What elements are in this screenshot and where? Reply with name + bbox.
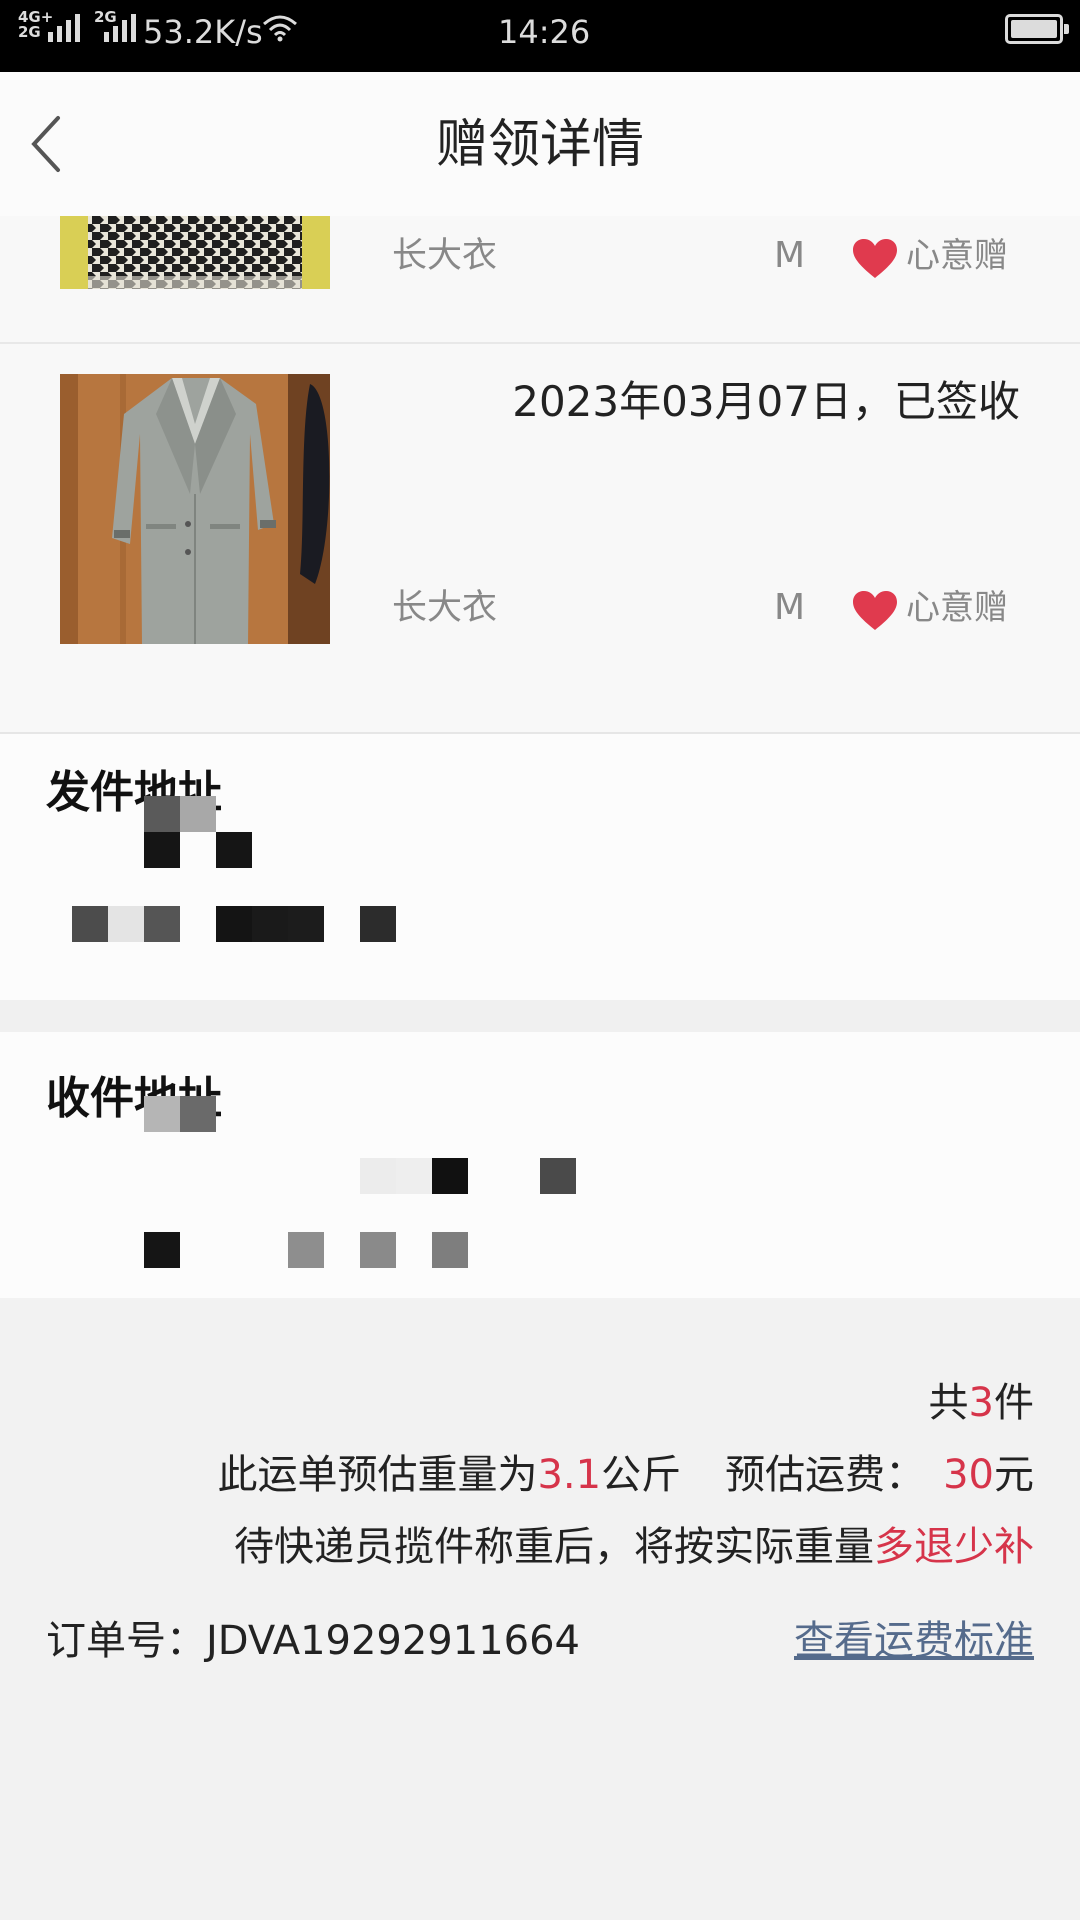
redacted-block (108, 906, 144, 942)
redacted-block (540, 1158, 576, 1194)
section-gap (0, 1000, 1080, 1032)
item-size: M (774, 587, 806, 628)
signal-1-icon (48, 14, 80, 42)
sender-address-section: 发件地址 (0, 734, 1080, 1000)
page-title: 赠领详情 (435, 115, 644, 175)
redacted-block (432, 1158, 468, 1194)
heart-icon (853, 591, 897, 630)
item-name: 长大衣 (392, 236, 498, 276)
redacted-block (360, 1232, 396, 1268)
battery-icon (1005, 14, 1069, 44)
order-number: 订单号：JDVA19292911664 (46, 1618, 581, 1664)
redacted-block (216, 906, 252, 942)
nav-bar: 赠领详情 (0, 72, 1080, 216)
delivery-status: 2023年03月07日，已签收 (512, 377, 1020, 426)
view-fee-standard-link[interactable]: 查看运费标准 (794, 1616, 1034, 1666)
coat-thumbnail (60, 374, 330, 644)
item-name: 长大衣 (392, 588, 498, 628)
status-bar: 4G+ 2G 2G 53.2K/s 14:26 (0, 0, 1080, 72)
signal-2-icon (104, 14, 136, 42)
gift-type-label: 心意赠 (906, 236, 1008, 276)
redacted-block (144, 1232, 180, 1268)
redacted-block (288, 1232, 324, 1268)
redacted-block (396, 1158, 432, 1194)
weight-note: 待快递员揽件称重后，将按实际重量多退少补 (234, 1524, 1034, 1570)
item-size: M (774, 235, 806, 276)
wifi-icon (263, 15, 297, 42)
receiver-address-section: 收件地址 (0, 1032, 1080, 1298)
gift-item[interactable]: 长大衣 M 心意赠 (0, 216, 1080, 342)
redacted-block (252, 906, 288, 942)
coat-thumbnail (60, 216, 330, 289)
weight-and-fee: 此运单预估重量为3.1公斤 预估运费： 30元 (217, 1452, 1034, 1498)
redacted-block (288, 906, 324, 942)
redacted-block (144, 832, 180, 868)
network-speed: 53.2K/s (143, 13, 263, 51)
redacted-block (144, 796, 180, 832)
redacted-block (180, 796, 216, 832)
redacted-block (432, 1232, 468, 1268)
redacted-block (360, 906, 396, 942)
redacted-block (180, 1096, 216, 1132)
redacted-block (144, 906, 180, 942)
gift-item[interactable]: 2023年03月07日，已签收 长大衣 M 心意赠 (0, 344, 1080, 732)
gift-type-label: 心意赠 (906, 588, 1008, 628)
heart-icon (853, 239, 897, 278)
redacted-block (72, 906, 108, 942)
clock: 14:26 (498, 13, 591, 51)
redacted-block (144, 1096, 180, 1132)
item-count: 共3件 (928, 1380, 1034, 1426)
redacted-block (216, 832, 252, 868)
redacted-block (360, 1158, 396, 1194)
